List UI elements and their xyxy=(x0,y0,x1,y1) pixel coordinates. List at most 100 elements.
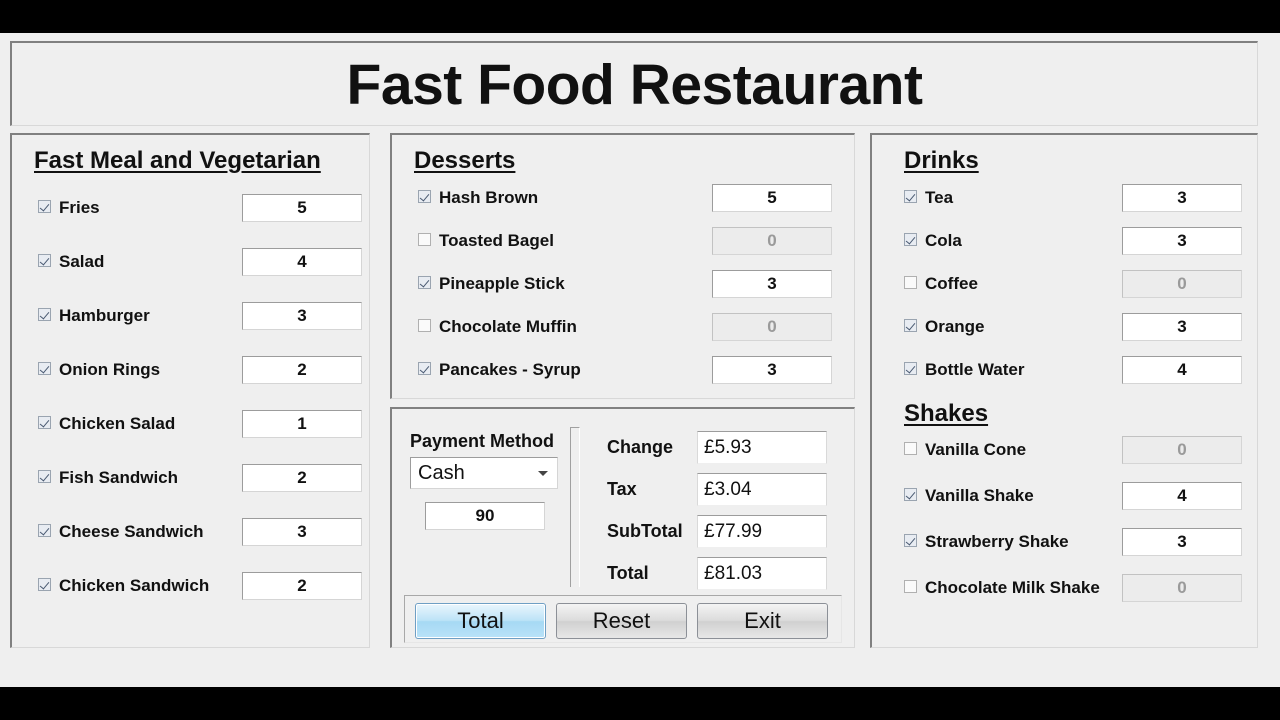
checkbox-label: Cola xyxy=(925,231,962,250)
quantity-input[interactable]: 3 xyxy=(1122,184,1242,212)
summary-row: SubTotal £77.99 xyxy=(607,513,837,549)
checkbox-label: Vanilla Cone xyxy=(925,440,1027,459)
checkbox-label: Toasted Bagel xyxy=(439,231,554,250)
quantity-input[interactable]: 2 xyxy=(242,464,362,492)
fast-meal-title: Fast Meal and Vegetarian xyxy=(34,147,321,174)
summary-label: Total xyxy=(607,563,649,583)
checkbox-label: Salad xyxy=(59,252,105,271)
payment-method-value: Cash xyxy=(418,462,465,484)
checkbox-label: Tea xyxy=(925,188,954,207)
letterbox-bottom xyxy=(0,687,1280,720)
panel-separator xyxy=(570,427,580,587)
checkbox-checked-icon[interactable] xyxy=(904,488,917,501)
summary-label: SubTotal xyxy=(607,521,683,541)
quantity-input[interactable]: 3 xyxy=(1122,313,1242,341)
payment-panel: Payment Method Cash 90 Change £5.93 Tax £3.… xyxy=(390,407,855,648)
checkbox-label: Chocolate Muffin xyxy=(439,317,577,336)
checkbox-label: Chicken Sandwich xyxy=(59,576,210,595)
checkbox-checked-icon[interactable] xyxy=(38,254,51,267)
amount-paid-input[interactable]: 90 xyxy=(425,502,545,530)
checkbox-unchecked-icon[interactable] xyxy=(904,442,917,455)
quantity-input[interactable]: 3 xyxy=(712,356,832,384)
checkbox-checked-icon[interactable] xyxy=(38,416,51,429)
quantity-input: 0 xyxy=(712,313,832,341)
checkbox-checked-icon[interactable] xyxy=(38,362,51,375)
drinks-shakes-panel: Drinks Tea 3 Cola 3 Coffee 0 Orange 3 Bottle Wat… xyxy=(870,133,1258,648)
quantity-input[interactable]: 2 xyxy=(242,356,362,384)
checkbox-label: Bottle Water xyxy=(925,360,1025,379)
checkbox-label: Coffee xyxy=(925,274,978,293)
checkbox-checked-icon[interactable] xyxy=(38,470,51,483)
checkbox-label: Fries xyxy=(59,198,100,217)
checkbox-checked-icon[interactable] xyxy=(904,190,917,203)
checkbox-checked-icon[interactable] xyxy=(38,200,51,213)
shakes-title: Shakes xyxy=(904,400,989,427)
checkbox-label: Onion Rings xyxy=(59,360,161,379)
application-window: Fast Food Restaurant Fast Meal and Veget… xyxy=(0,33,1280,687)
checkbox-label: Cheese Sandwich xyxy=(59,522,204,541)
checkbox-label: Vanilla Shake xyxy=(925,486,1034,505)
summary-row: Change £5.93 xyxy=(607,429,837,465)
checkbox-label: Orange xyxy=(925,317,985,336)
quantity-input[interactable]: 4 xyxy=(1122,356,1242,384)
quantity-input[interactable]: 3 xyxy=(1122,528,1242,556)
summary-row: Total £81.03 xyxy=(607,555,837,591)
checkbox-checked-icon[interactable] xyxy=(418,362,431,375)
quantity-input: 0 xyxy=(1122,574,1242,602)
summary-value-field: £5.93 xyxy=(697,431,827,464)
summary-label: Tax xyxy=(607,479,637,499)
quantity-input[interactable]: 5 xyxy=(712,184,832,212)
checkbox-checked-icon[interactable] xyxy=(904,362,917,375)
summary-label: Change xyxy=(607,437,674,457)
checkbox-label: Chicken Salad xyxy=(59,414,176,433)
checkbox-checked-icon[interactable] xyxy=(418,276,431,289)
checkbox-checked-icon[interactable] xyxy=(904,319,917,332)
checkbox-unchecked-icon[interactable] xyxy=(904,276,917,289)
checkbox-label: Hash Brown xyxy=(439,188,539,207)
quantity-input[interactable]: 3 xyxy=(242,302,362,330)
quantity-input: 0 xyxy=(1122,436,1242,464)
checkbox-label: Strawberry Shake xyxy=(925,532,1069,551)
exit-button[interactable]: Exit xyxy=(697,603,828,639)
checkbox-label: Hamburger xyxy=(59,306,150,325)
payment-method-label: Payment Method xyxy=(410,431,555,451)
quantity-input[interactable]: 3 xyxy=(1122,227,1242,255)
quantity-input[interactable]: 5 xyxy=(242,194,362,222)
header-panel: Fast Food Restaurant xyxy=(10,41,1258,126)
quantity-input: 0 xyxy=(712,227,832,255)
button-bar: Total Reset Exit xyxy=(404,595,842,643)
summary-row: Tax £3.04 xyxy=(607,471,837,507)
payment-method-select[interactable]: Cash xyxy=(410,457,558,489)
desserts-title: Desserts xyxy=(414,147,516,174)
checkbox-label: Pancakes - Syrup xyxy=(439,360,581,379)
summary-value-field: £81.03 xyxy=(697,557,827,590)
checkbox-checked-icon[interactable] xyxy=(904,534,917,547)
checkbox-checked-icon[interactable] xyxy=(38,578,51,591)
checkbox-checked-icon[interactable] xyxy=(418,190,431,203)
fast-meal-panel: Fast Meal and Vegetarian Fries 5 Salad 4 Ham… xyxy=(10,133,370,648)
checkbox-checked-icon[interactable] xyxy=(904,233,917,246)
summary-value-field: £3.04 xyxy=(697,473,827,506)
checkbox-unchecked-icon[interactable] xyxy=(418,319,431,332)
checkbox-label: Pineapple Stick xyxy=(439,274,565,293)
quantity-input[interactable]: 4 xyxy=(242,248,362,276)
checkbox-label: Chocolate Milk Shake xyxy=(925,578,1100,597)
quantity-input[interactable]: 2 xyxy=(242,572,362,600)
quantity-input[interactable]: 3 xyxy=(712,270,832,298)
checkbox-unchecked-icon[interactable] xyxy=(904,580,917,593)
quantity-input[interactable]: 1 xyxy=(242,410,362,438)
total-button[interactable]: Total xyxy=(415,603,546,639)
checkbox-checked-icon[interactable] xyxy=(38,524,51,537)
checkbox-unchecked-icon[interactable] xyxy=(418,233,431,246)
chevron-down-icon xyxy=(538,471,548,476)
reset-button[interactable]: Reset xyxy=(556,603,687,639)
checkbox-label: Fish Sandwich xyxy=(59,468,179,487)
checkbox-checked-icon[interactable] xyxy=(38,308,51,321)
summary-value-field: £77.99 xyxy=(697,515,827,548)
letterbox-top xyxy=(0,0,1280,33)
quantity-input: 0 xyxy=(1122,270,1242,298)
desserts-panel: Desserts Hash Brown 5 Toasted Bagel 0 Pineap… xyxy=(390,133,855,399)
quantity-input[interactable]: 3 xyxy=(242,518,362,546)
page-title: Fast Food Restaurant xyxy=(346,53,923,117)
quantity-input[interactable]: 4 xyxy=(1122,482,1242,510)
